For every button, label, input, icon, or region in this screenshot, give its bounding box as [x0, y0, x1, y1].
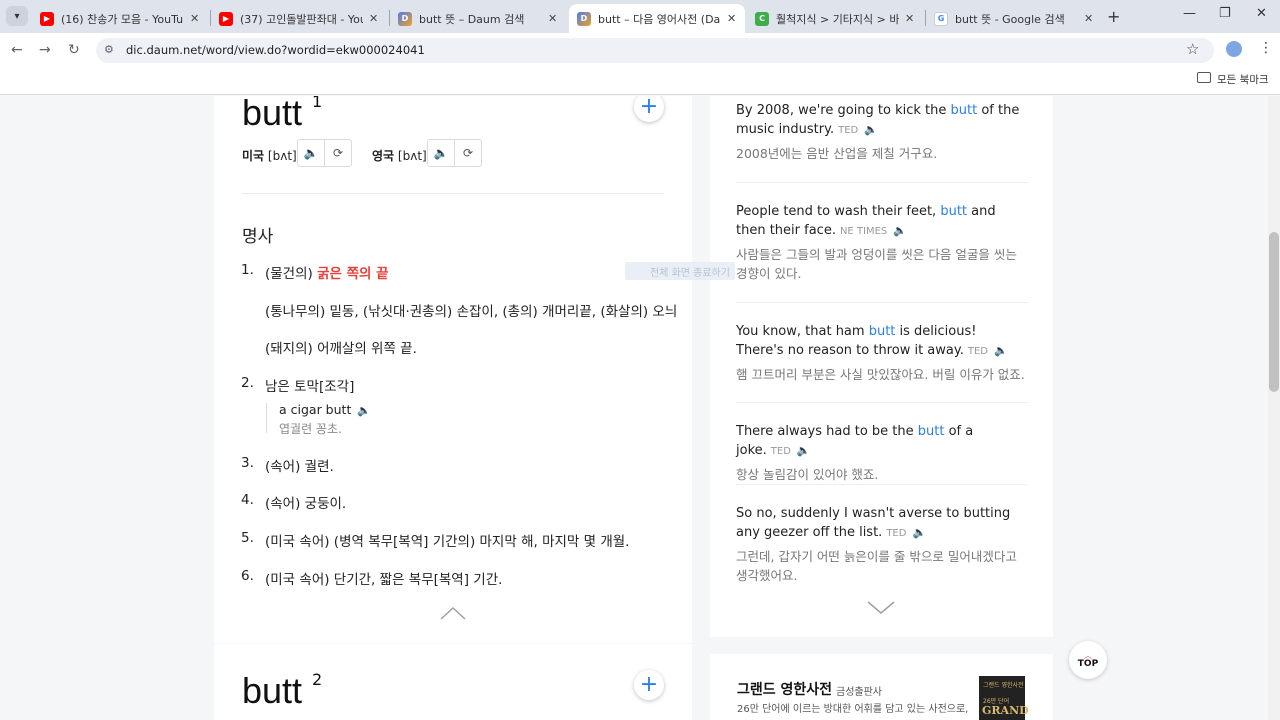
pron-uk-controls: 🔈 ⟳ — [427, 139, 482, 167]
scrollbar-track[interactable] — [1268, 96, 1280, 720]
window-close-icon[interactable]: ✕ — [1256, 6, 1267, 21]
tab-youtube-stand[interactable]: ▶ (37) 고인돌발판좌대 - YouTu ✕ — [211, 4, 387, 33]
close-icon[interactable]: ✕ — [1084, 12, 1094, 25]
sense-text: 남은 토막[조각] — [265, 379, 355, 395]
add-wordbook-button-2[interactable]: + — [634, 670, 664, 700]
example-sentence: a cigar butt 🔈 — [279, 402, 372, 417]
scrollbar-thumb[interactable] — [1269, 232, 1279, 392]
close-icon[interactable]: ✕ — [548, 12, 558, 25]
headword-2: butt — [242, 670, 303, 711]
speaker-icon[interactable]: 🔈 — [994, 344, 1008, 357]
example-item: So no, suddenly I wasn't averse to butti… — [736, 506, 1017, 583]
close-icon[interactable]: ✕ — [190, 12, 200, 25]
tab-daum-dictionary[interactable]: D butt – 다음 영어사전 (Daum ✕ — [569, 4, 745, 33]
daum-icon: D — [398, 11, 412, 26]
sense-text: (물건의) 굵은 쪽의 끝 — [265, 266, 389, 282]
tab-blog[interactable]: C 훨척지식 > 기타지식 > 바른 ✕ — [747, 4, 923, 33]
expand-chevron-icon[interactable] — [867, 601, 895, 615]
restore-icon[interactable]: ❐ — [1219, 6, 1231, 21]
dictionary-title[interactable]: 그랜드 영한사전 — [737, 679, 832, 699]
speaker-icon[interactable]: 🔈 — [428, 140, 454, 166]
caret-up-icon: ︿ — [1084, 650, 1092, 660]
sense-text: (속어) 궐련. — [265, 459, 334, 475]
close-icon[interactable]: ✕ — [727, 12, 737, 25]
tab-youtube-hymns[interactable]: ▶ (16) 찬송가 모음 - YouTube ✕ — [32, 4, 208, 33]
profile-avatar[interactable] — [1226, 41, 1242, 57]
example-separator — [736, 484, 1028, 485]
daum-icon: D — [577, 11, 591, 26]
menu-icon[interactable]: ⋮ — [1259, 40, 1273, 56]
sense-number: 1. — [241, 262, 254, 278]
sense-number: 3. — [241, 455, 254, 471]
youtube-icon: ▶ — [219, 11, 233, 26]
sense-number: 4. — [241, 492, 254, 508]
sense-text: (미국 속어) (병역 복무[복역] 기간의) 마지막 해, 마지막 몇 개월. — [265, 534, 630, 550]
example-separator — [736, 302, 1028, 303]
example-item: People tend to wash their feet, butt and… — [736, 204, 1017, 281]
example-item: By 2008, we're going to kick the butt of… — [736, 103, 1020, 161]
entry-card-1 — [214, 96, 692, 643]
blog-icon: C — [755, 11, 769, 26]
headword: butt — [242, 96, 303, 133]
speaker-icon[interactable]: 🔈 — [797, 444, 811, 457]
collapse-chevron-icon[interactable] — [440, 606, 466, 620]
sense-number: 5. — [241, 530, 254, 546]
tab-search-button[interactable]: ▾ — [6, 6, 28, 26]
bookmarks-bar — [0, 67, 1280, 95]
sense-text: (미국 속어) 단기간, 짧은 복무[복역] 기간. — [265, 572, 503, 588]
pron-uk: 영국 [bʌt] — [372, 149, 427, 163]
example-item: There always had to be the butt of a jok… — [736, 424, 974, 482]
all-bookmarks-label[interactable]: 모든 북마크 — [1217, 72, 1269, 87]
dictionary-publisher: 금성출판사 — [836, 687, 882, 698]
youtube-icon: ▶ — [40, 11, 54, 26]
speaker-icon[interactable]: 🔈 — [357, 404, 371, 417]
close-icon[interactable]: ✕ — [369, 12, 379, 25]
sense-number: 2. — [241, 375, 254, 391]
pron-us: 미국 [bʌt] — [242, 149, 297, 163]
close-icon[interactable]: ✕ — [905, 12, 915, 25]
repeat-icon[interactable]: ⟳ — [454, 140, 481, 166]
new-tab-icon[interactable]: + — [1107, 7, 1120, 26]
sense-text: (돼지의) 어깨살의 위쪽 끝. — [265, 341, 417, 357]
speaker-icon[interactable]: 🔈 — [893, 224, 907, 237]
reload-icon[interactable]: ↻ — [68, 42, 80, 58]
example-bar — [266, 403, 267, 433]
pron-us-controls: 🔈 ⟳ — [297, 139, 352, 167]
site-info-icon[interactable]: ⚙ — [104, 43, 114, 56]
folder-icon[interactable] — [1197, 72, 1211, 83]
dictionary-cover-image[interactable]: 그랜드 영한사전 26만 단어 GRAND — [979, 676, 1029, 720]
minimize-icon[interactable]: — — [1183, 6, 1196, 21]
headword-2-superscript: 2 — [312, 670, 323, 689]
part-of-speech: 명사 — [242, 227, 274, 247]
scroll-top-button[interactable]: ︿ TOP — [1069, 641, 1107, 679]
sense-text: (통나무의) 밑동, (낚싯대·권총의) 손잡이, (총의) 개머리끝, (화살… — [265, 304, 678, 320]
page-content: butt 1 + 미국 [bʌt] 🔈 ⟳ 영국 [bʌt] 🔈 ⟳ 명사 1.… — [0, 96, 1280, 720]
forward-icon[interactable]: → — [39, 42, 51, 58]
address-url[interactable]: dic.daum.net/word/view.do?wordid=ekw0000… — [126, 43, 425, 57]
google-icon: G — [934, 11, 948, 26]
tab-daum-search[interactable]: D butt 뜻 – Daum 검색 ✕ — [390, 4, 566, 33]
example-separator — [736, 182, 1028, 183]
speaker-icon[interactable]: 🔈 — [864, 123, 878, 136]
tab-google-search[interactable]: G butt 뜻 - Google 검색 ✕ — [926, 4, 1102, 33]
back-icon[interactable]: ← — [11, 42, 23, 58]
example-item: You know, that ham butt is delicious! Th… — [736, 324, 1025, 382]
example-separator — [736, 402, 1028, 403]
divider — [242, 193, 664, 194]
sense-number: 6. — [241, 568, 254, 584]
headword-superscript: 1 — [312, 96, 323, 111]
sense-text: (속어) 궁둥이. — [265, 496, 347, 512]
speaker-icon[interactable]: 🔈 — [298, 140, 324, 166]
dictionary-description: 26만 단어에 이르는 방대한 어휘를 담고 있는 사전으로, — [737, 704, 969, 715]
fullscreen-hint: 전체 화면 종료하기 — [625, 262, 735, 280]
example-translation: 엽궐련 꽁초. — [279, 422, 342, 436]
bookmark-star-icon[interactable]: ☆ — [1186, 40, 1199, 58]
speaker-icon[interactable]: 🔈 — [912, 526, 926, 539]
repeat-icon[interactable]: ⟳ — [324, 140, 351, 166]
